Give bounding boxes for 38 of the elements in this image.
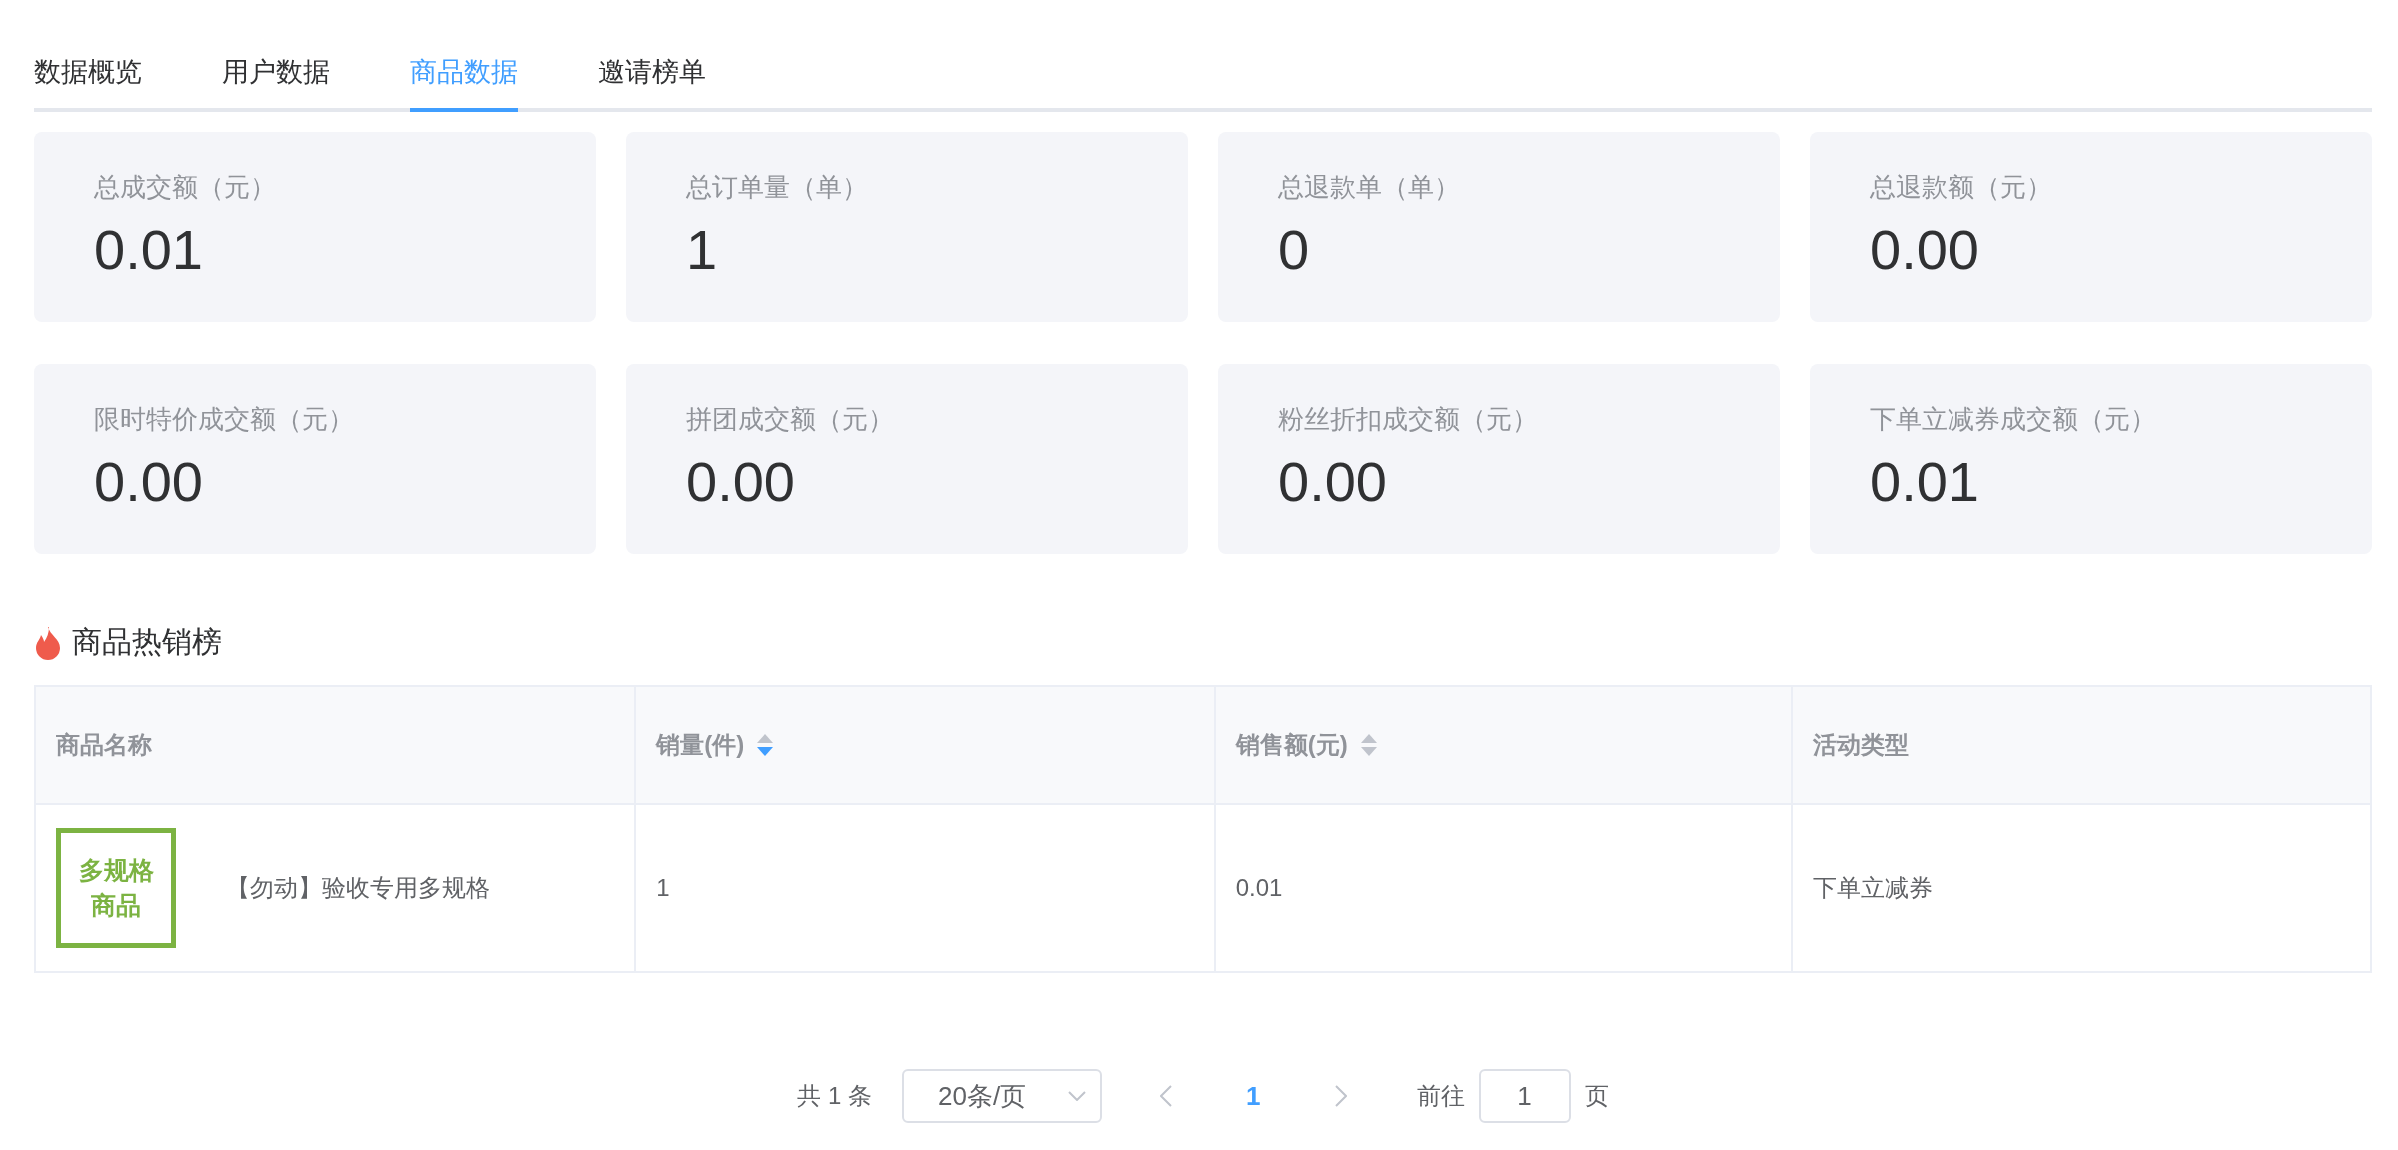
sort-icon[interactable]: [1359, 733, 1378, 757]
stat-label: 总成交额（元）: [94, 171, 276, 204]
page-suffix: 页: [1584, 1081, 1609, 1111]
stat-value: 0.01: [1870, 449, 1979, 514]
column-header: 商品名称: [56, 730, 152, 760]
stat-label: 总退款单（单）: [1278, 171, 1460, 204]
chevron-right-icon: [1334, 1085, 1347, 1107]
stat-value: 0.01: [94, 217, 203, 282]
stat-label: 拼团成交额（元）: [686, 403, 894, 436]
sort-icon[interactable]: [756, 733, 775, 757]
stat-label: 限时特价成交额（元）: [94, 403, 354, 436]
table-cell: 下单立减券: [1791, 804, 2371, 972]
tab[interactable]: 邀请榜单: [598, 44, 706, 108]
stat-value: 0: [1278, 217, 1310, 282]
product-name: 【勿动】验收专用多规格: [226, 873, 490, 903]
section-title: 商品热销榜: [72, 624, 222, 660]
stat-label: 粉丝折扣成交额（元）: [1278, 403, 1538, 436]
column-header: 活动类型: [1812, 730, 1909, 760]
page-input[interactable]: 1: [1478, 1069, 1571, 1123]
stat-value: 0.00: [94, 449, 203, 514]
stat-label: 下单立减券成交额（元）: [1870, 403, 2156, 436]
stat-label: 总订单量（单）: [686, 171, 868, 204]
table-cell: 0.01: [1214, 804, 1792, 972]
total-count: 共 1 条: [797, 1081, 873, 1111]
chevron-down-icon: [1068, 1091, 1087, 1101]
stat-value: 1: [686, 217, 718, 282]
table-cell: 1: [635, 804, 1215, 972]
chevron-left-icon: [1160, 1085, 1173, 1107]
stat-value: 0.00: [686, 449, 795, 514]
stat-label: 总退款额（元）: [1870, 171, 2052, 204]
stat-value: 0.00: [1278, 449, 1387, 514]
flame-icon: [34, 625, 62, 660]
tab[interactable]: 用户数据: [222, 44, 330, 108]
stat-value: 0.00: [1870, 217, 1979, 282]
goto-label: 前往: [1416, 1081, 1465, 1111]
product-thumbnail: 多规格 商品: [56, 828, 176, 948]
tab[interactable]: 数据概览: [34, 44, 142, 108]
page-size-select[interactable]: 20条/页: [902, 1069, 1103, 1123]
